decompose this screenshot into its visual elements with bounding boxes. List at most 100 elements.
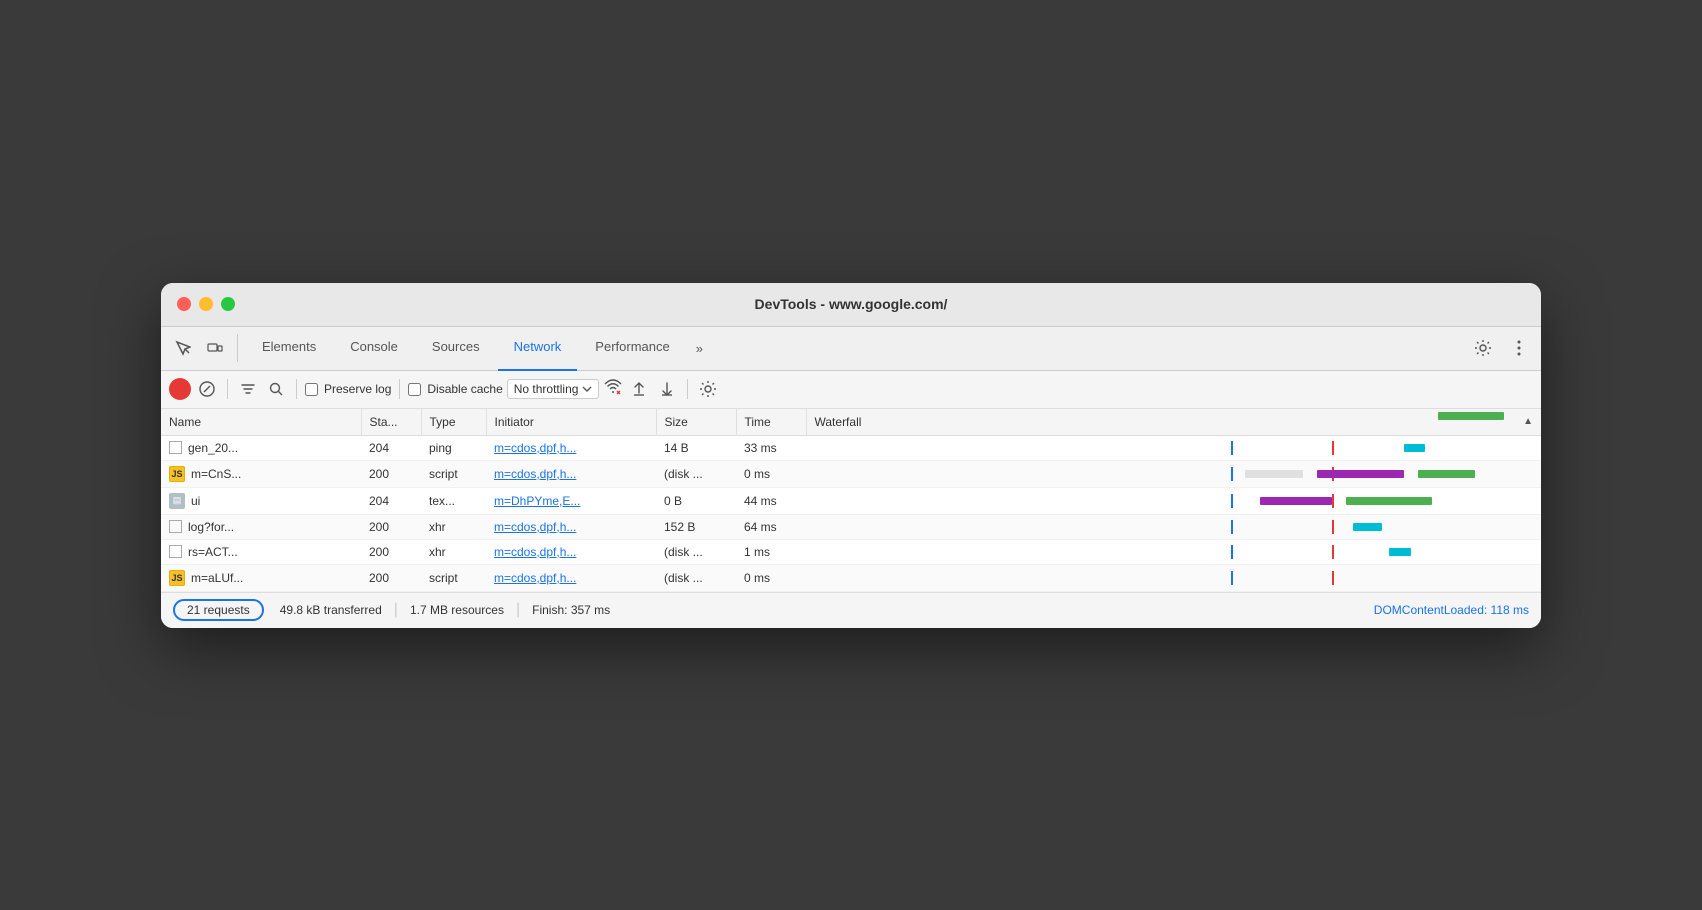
col-header-status[interactable]: Sta... [361, 409, 421, 436]
initiator-link[interactable]: m=cdos,dpf,h... [494, 520, 576, 534]
finish-stat: Finish: 357 ms [532, 603, 610, 617]
network-table: Name Sta... Type Initiator Size Time Wat… [161, 409, 1541, 592]
name-cell: JS m=CnS... [169, 466, 353, 482]
status-bar: 21 requests 49.8 kB transferred | 1.7 MB… [161, 592, 1541, 628]
tab-sources[interactable]: Sources [416, 325, 496, 371]
requests-count[interactable]: 21 requests [173, 599, 264, 621]
tab-console[interactable]: Console [334, 325, 414, 371]
table-row[interactable]: log?for...200xhrm=cdos,dpf,h...152 B64 m… [161, 514, 1541, 539]
wifi-icon[interactable] [603, 379, 623, 400]
tabs-bar: Elements Console Sources Network Perform… [161, 327, 1541, 371]
tab-performance[interactable]: Performance [579, 325, 685, 371]
initiator-link[interactable]: m=cdos,dpf,h... [494, 545, 576, 559]
close-button[interactable] [177, 297, 191, 311]
status-cell: 204 [361, 487, 421, 514]
size-cell: 14 B [656, 435, 736, 460]
waterfall-red-line [1332, 520, 1334, 534]
network-table-wrapper: Name Sta... Type Initiator Size Time Wat… [161, 409, 1541, 592]
waterfall-cell [806, 514, 1541, 539]
js-file-icon: JS [169, 570, 185, 586]
status-cell: 200 [361, 539, 421, 564]
table-row[interactable]: gen_20... 204ping m=cdos,dpf,h... 14 B33 ms [161, 435, 1541, 460]
name-cell: JSm=aLUf... [169, 570, 353, 586]
status-cell: 204 [361, 435, 421, 460]
waterfall-cell [806, 539, 1541, 564]
waterfall-cell [806, 435, 1541, 460]
upload-icon[interactable] [627, 377, 651, 401]
throttle-select[interactable]: No throttling [507, 379, 600, 399]
tab-icons-group [169, 334, 238, 362]
waterfall-red-line [1332, 545, 1334, 559]
more-tabs-button[interactable]: » [688, 337, 711, 360]
network-toolbar: Preserve log Disable cache No throttling [161, 371, 1541, 409]
time-cell: 33 ms [736, 435, 806, 460]
type-cell: tex... [421, 487, 486, 514]
tab-network[interactable]: Network [498, 325, 578, 371]
type-cell: xhr [421, 539, 486, 564]
waterfall-cell [806, 460, 1541, 487]
checkbox-icon [169, 520, 182, 533]
device-toolbar-icon[interactable] [201, 334, 229, 362]
preserve-log-input[interactable] [305, 383, 318, 396]
name-cell: ▤ui [169, 493, 353, 509]
col-header-initiator[interactable]: Initiator [486, 409, 656, 436]
disable-cache-checkbox[interactable]: Disable cache [408, 382, 502, 396]
maximize-button[interactable] [221, 297, 235, 311]
status-cell: 200 [361, 514, 421, 539]
search-icon[interactable] [264, 377, 288, 401]
table-row[interactable]: JSm=aLUf...200scriptm=cdos,dpf,h...(disk… [161, 564, 1541, 591]
initiator-link[interactable]: m=cdos,dpf,h... [494, 467, 576, 481]
waterfall-bar [1260, 497, 1332, 505]
type-cell: script [421, 564, 486, 591]
network-settings-icon[interactable] [696, 377, 720, 401]
js-file-icon: JS [169, 466, 185, 482]
sort-arrow-icon: ▲ [1523, 416, 1533, 427]
resource-name: ui [191, 494, 200, 508]
tab-elements[interactable]: Elements [246, 325, 332, 371]
separator-3 [399, 379, 400, 399]
download-icon[interactable] [655, 377, 679, 401]
separator-1 [227, 379, 228, 399]
initiator-link[interactable]: m=cdos,dpf,h... [494, 571, 576, 585]
waterfall-bar [1317, 470, 1403, 478]
col-header-name[interactable]: Name [161, 409, 361, 436]
waterfall-blue-line [1231, 545, 1233, 559]
time-cell: 0 ms [736, 460, 806, 487]
dom-content-loaded-stat: DOMContentLoaded: 118 ms [1374, 603, 1529, 617]
col-header-size[interactable]: Size [656, 409, 736, 436]
record-button[interactable] [169, 378, 191, 400]
type-cell: ping [421, 435, 486, 460]
table-row[interactable]: ▤ui204tex...m=DhPYme,E...0 B44 ms [161, 487, 1541, 514]
size-cell: 0 B [656, 487, 736, 514]
size-cell: 152 B [656, 514, 736, 539]
main-tabs: Elements Console Sources Network Perform… [246, 325, 1469, 371]
waterfall-red-line [1332, 571, 1334, 585]
initiator-link[interactable]: m=DhPYme,E... [494, 494, 580, 508]
separator-2 [296, 379, 297, 399]
clear-icon[interactable] [195, 377, 219, 401]
preserve-log-checkbox[interactable]: Preserve log [305, 382, 391, 396]
table-row[interactable]: rs=ACT...200xhrm=cdos,dpf,h...(disk ...1… [161, 539, 1541, 564]
waterfall-bar [1418, 470, 1476, 478]
more-options-icon[interactable] [1505, 334, 1533, 362]
initiator-link[interactable]: m=cdos,dpf,h... [494, 441, 576, 455]
devtools-panel: Elements Console Sources Network Perform… [161, 327, 1541, 628]
waterfall-red-line [1332, 441, 1334, 455]
waterfall-bar [1389, 548, 1411, 556]
table-row[interactable]: JSm=CnS...200scriptm=cdos,dpf,h...(disk … [161, 460, 1541, 487]
minimize-button[interactable] [199, 297, 213, 311]
col-header-type[interactable]: Type [421, 409, 486, 436]
resource-name: m=CnS... [191, 467, 241, 481]
waterfall-bar [1404, 444, 1426, 452]
col-header-time[interactable]: Time [736, 409, 806, 436]
disable-cache-input[interactable] [408, 383, 421, 396]
filter-icon[interactable] [236, 377, 260, 401]
col-header-waterfall[interactable]: Waterfall ▲ [807, 409, 1542, 435]
name-cell: gen_20... [169, 441, 353, 455]
waterfall-bar [1353, 523, 1382, 531]
waterfall-top-bar [1438, 412, 1504, 420]
inspect-element-icon[interactable] [169, 334, 197, 362]
resource-name: log?for... [188, 520, 234, 534]
settings-gear-icon[interactable] [1469, 334, 1497, 362]
separator-4 [687, 379, 688, 399]
